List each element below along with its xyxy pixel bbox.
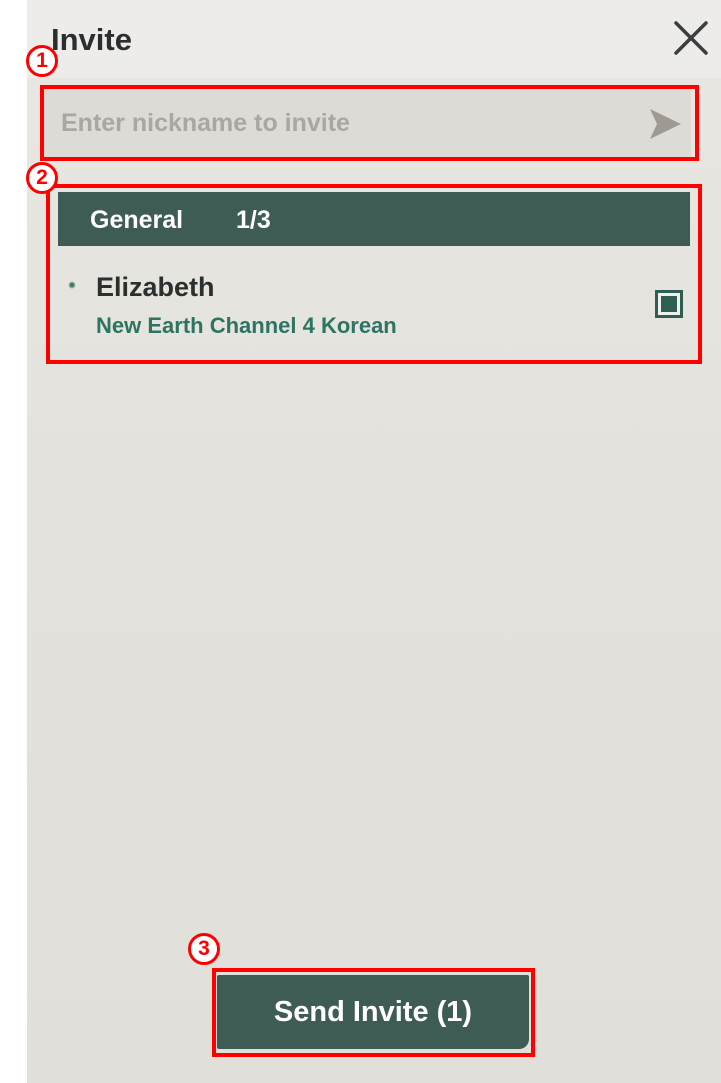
invite-panel: Invite General 1/3 Elizabeth New Earth C… [27, 0, 721, 1083]
annotation-number-2: 2 [26, 162, 58, 194]
panel-title: Invite [51, 22, 132, 57]
annotation-number-1: 1 [26, 45, 58, 77]
panel-header: Invite [27, 0, 721, 78]
close-button[interactable] [671, 18, 711, 58]
annotation-box-member-list [46, 184, 702, 364]
annotation-box-send-button [212, 968, 535, 1057]
annotation-box-search [40, 85, 699, 161]
close-icon [674, 21, 708, 55]
annotation-number-3: 3 [188, 933, 220, 965]
